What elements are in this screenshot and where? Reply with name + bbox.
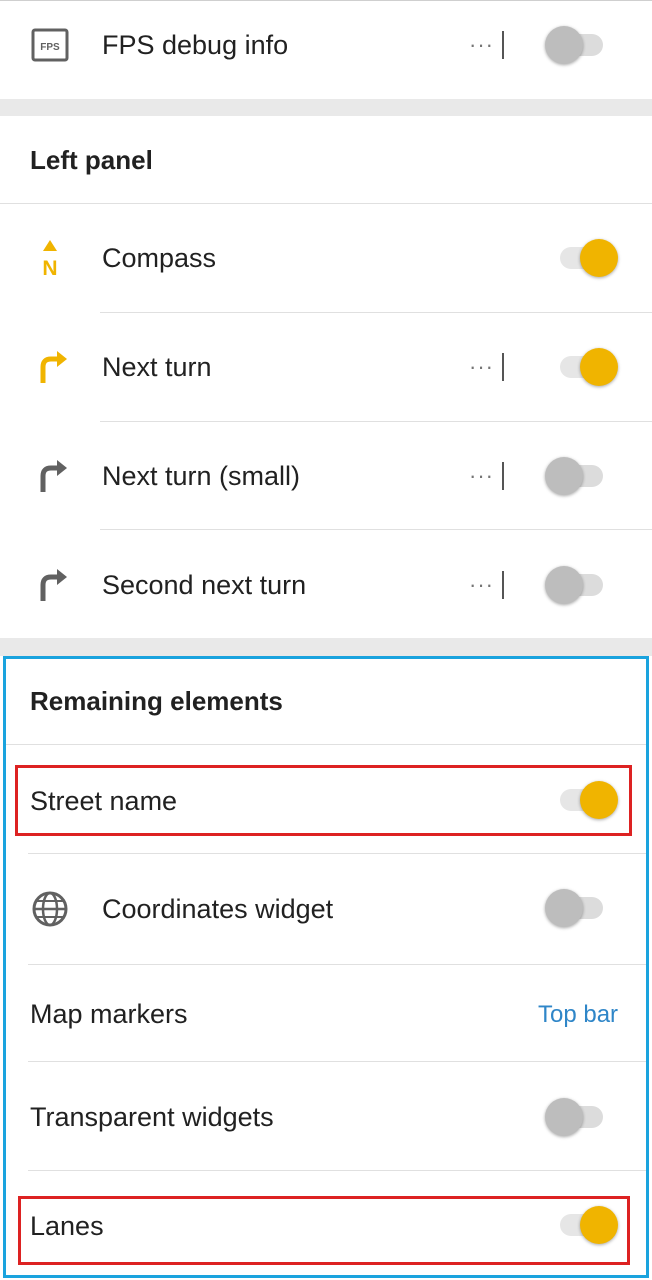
fps-debug-toggle[interactable] [545,25,605,65]
second-next-turn-toggle[interactable] [545,565,605,605]
lanes-toggle[interactable] [558,1205,618,1245]
map-markers-label: Map markers [30,999,188,1029]
street-name-toggle[interactable] [558,780,618,820]
compass-icon: N [42,240,58,278]
next-turn-small-row[interactable]: Next turn (small) ··· [0,422,652,530]
second-next-turn-icon [40,569,67,601]
more-options-icon[interactable]: ··· [469,574,494,596]
next-turn-icon [40,351,67,383]
more-options-icon[interactable]: ··· [469,34,494,56]
next-turn-small-icon [40,460,67,492]
next-turn-label: Next turn [102,352,212,382]
compass-row[interactable]: N Compass [0,204,652,312]
next-turn-small-toggle[interactable] [545,456,605,496]
more-options-icon[interactable]: ··· [469,356,494,378]
lanes-row[interactable]: Lanes [0,1171,652,1280]
transparent-widgets-toggle[interactable] [545,1097,605,1137]
second-next-turn-label: Second next turn [102,570,307,600]
left-panel-header: Left panel [30,145,153,175]
fps-debug-label: FPS debug info [102,30,289,60]
svg-text:FPS: FPS [40,42,60,53]
map-markers-value[interactable]: Top bar [538,1000,618,1030]
remaining-elements-header: Remaining elements [30,686,283,716]
svg-text:N: N [42,257,57,278]
street-name-row[interactable]: Street name [0,745,652,853]
map-markers-row[interactable]: Map markers Top bar [0,965,652,1061]
separator [502,462,504,490]
fps-debug-row[interactable]: FPS FPS debug info ··· [0,1,652,99]
more-options-icon[interactable]: ··· [469,465,494,487]
transparent-widgets-row[interactable]: Transparent widgets [0,1062,652,1170]
separator [502,353,504,381]
second-next-turn-row[interactable]: Second next turn ··· [0,530,652,638]
street-name-label: Street name [30,786,178,816]
fps-card: FPS FPS debug info ··· [0,0,652,99]
lanes-label: Lanes [30,1211,104,1241]
coordinates-widget-toggle[interactable] [545,888,605,928]
next-turn-small-label: Next turn (small) [102,461,301,491]
left-panel-card: Left panel N Compass Next turn ··· Next … [0,116,652,638]
coordinates-widget-row[interactable]: Coordinates widget [0,854,652,964]
fps-icon: FPS [31,28,69,62]
compass-label: Compass [102,243,217,273]
next-turn-toggle[interactable] [558,347,618,387]
next-turn-row[interactable]: Next turn ··· [0,313,652,421]
coordinates-widget-label: Coordinates widget [102,894,334,924]
separator [502,571,504,599]
transparent-widgets-label: Transparent widgets [30,1102,274,1132]
separator [502,31,504,59]
globe-icon [32,891,68,927]
compass-toggle[interactable] [558,238,618,278]
remaining-elements-card: Remaining elements Street name Coordinat… [0,656,652,1280]
